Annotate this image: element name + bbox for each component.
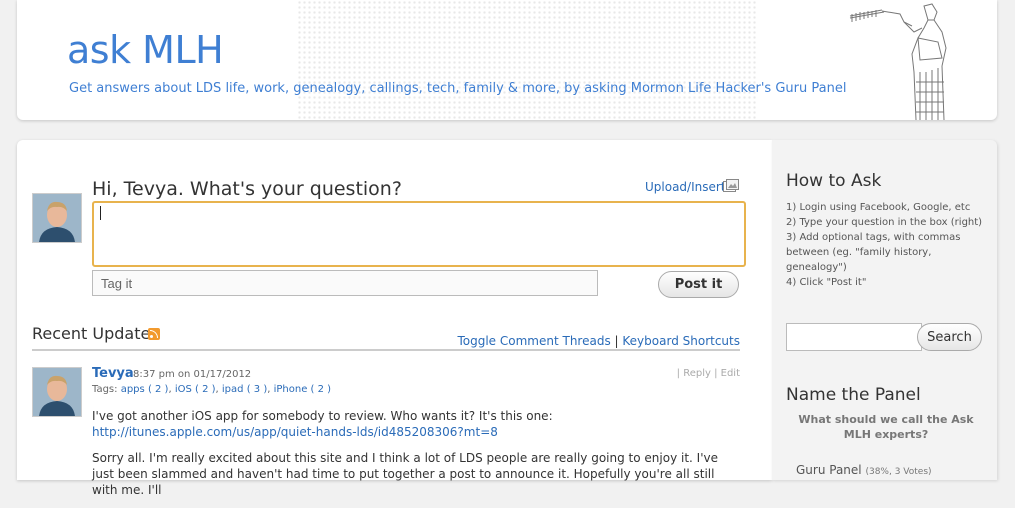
tags-label: Tags: bbox=[92, 384, 118, 395]
text-cursor bbox=[100, 206, 101, 220]
site-tagline: Get answers about LDS life, work, geneal… bbox=[69, 81, 847, 96]
tag-iphone[interactable]: iPhone bbox=[274, 384, 308, 395]
keyboard-shortcuts-link[interactable]: Keyboard Shortcuts bbox=[622, 334, 740, 348]
edit-link[interactable]: | Edit bbox=[714, 368, 740, 379]
post-author-link[interactable]: Tevya bbox=[92, 366, 134, 381]
tag-apps-count[interactable]: ( 2 ) bbox=[148, 384, 169, 395]
world-map-background bbox=[297, 0, 757, 120]
how-to-ask-steps: 1) Login using Facebook, Google, etc 2) … bbox=[786, 200, 992, 290]
post-it-button[interactable]: Post it bbox=[658, 271, 739, 298]
tag-ios[interactable]: iOS bbox=[175, 384, 192, 395]
poll-option-stat: (38%, 3 Votes) bbox=[865, 467, 932, 477]
tag-apps[interactable]: apps bbox=[121, 384, 145, 395]
post-author-avatar[interactable] bbox=[32, 367, 82, 417]
name-the-panel-title: Name the Panel bbox=[786, 385, 921, 405]
main-content: Hi, Tevya. What's your question? Upload/… bbox=[17, 140, 772, 497]
recent-updates-title: Recent Updates bbox=[32, 324, 159, 343]
tag-ios-count[interactable]: ( 2 ) bbox=[195, 384, 216, 395]
step-item: 4) Click "Post it" bbox=[786, 277, 867, 288]
post-link[interactable]: http://itunes.apple.com/us/app/quiet-han… bbox=[92, 425, 498, 439]
tag-ipad[interactable]: ipad bbox=[222, 384, 244, 395]
angel-moroni-icon bbox=[842, 2, 962, 120]
question-input[interactable] bbox=[92, 201, 746, 267]
user-avatar[interactable] bbox=[32, 193, 82, 243]
search-input[interactable] bbox=[786, 323, 922, 351]
reply-link[interactable]: | Reply bbox=[677, 368, 711, 379]
thread-controls: Toggle Comment Threads | Keyboard Shortc… bbox=[457, 334, 740, 348]
tag-input[interactable] bbox=[92, 270, 598, 296]
post-paragraph: Sorry all. I'm really excited about this… bbox=[92, 451, 718, 497]
tag-ipad-count[interactable]: ( 3 ) bbox=[247, 384, 268, 395]
site-title[interactable]: ask MLH bbox=[67, 28, 224, 72]
poll-option: Guru Panel (38%, 3 Votes) bbox=[796, 463, 932, 477]
post-body: I've got another iOS app for somebody to… bbox=[92, 408, 737, 508]
post-actions: | Reply | Edit bbox=[677, 368, 740, 379]
toggle-comment-threads-link[interactable]: Toggle Comment Threads bbox=[457, 334, 610, 348]
upload-insert-link[interactable]: Upload/Insert bbox=[645, 180, 726, 194]
separator: | bbox=[614, 334, 619, 348]
post-tags: Tags: apps ( 2 ), iOS ( 2 ), ipad ( 3 ),… bbox=[92, 384, 332, 395]
sidebar: How to Ask 1) Login using Facebook, Goog… bbox=[772, 140, 997, 480]
search-button[interactable]: Search bbox=[917, 323, 982, 351]
site-header: ask MLH Get answers about LDS life, work… bbox=[17, 0, 997, 120]
poll-option-label: Guru Panel bbox=[796, 463, 862, 477]
step-item: 3) Add optional tags, with commas betwee… bbox=[786, 232, 961, 273]
poll-question: What should we call the Ask MLH experts? bbox=[798, 413, 974, 441]
post-timestamp[interactable]: 8:37 pm on 01/17/2012 bbox=[133, 369, 251, 380]
how-to-ask-title: How to Ask bbox=[786, 171, 882, 191]
section-divider bbox=[32, 349, 740, 351]
image-upload-icon[interactable] bbox=[723, 179, 739, 199]
composer-greeting: Hi, Tevya. What's your question? bbox=[92, 178, 402, 200]
post-paragraph: I've got another iOS app for somebody to… bbox=[92, 409, 553, 439]
step-item: 2) Type your question in the box (right) bbox=[786, 217, 983, 228]
step-item: 1) Login using Facebook, Google, etc bbox=[786, 202, 971, 213]
tag-iphone-count[interactable]: ( 2 ) bbox=[311, 384, 332, 395]
rss-icon[interactable] bbox=[148, 328, 160, 340]
